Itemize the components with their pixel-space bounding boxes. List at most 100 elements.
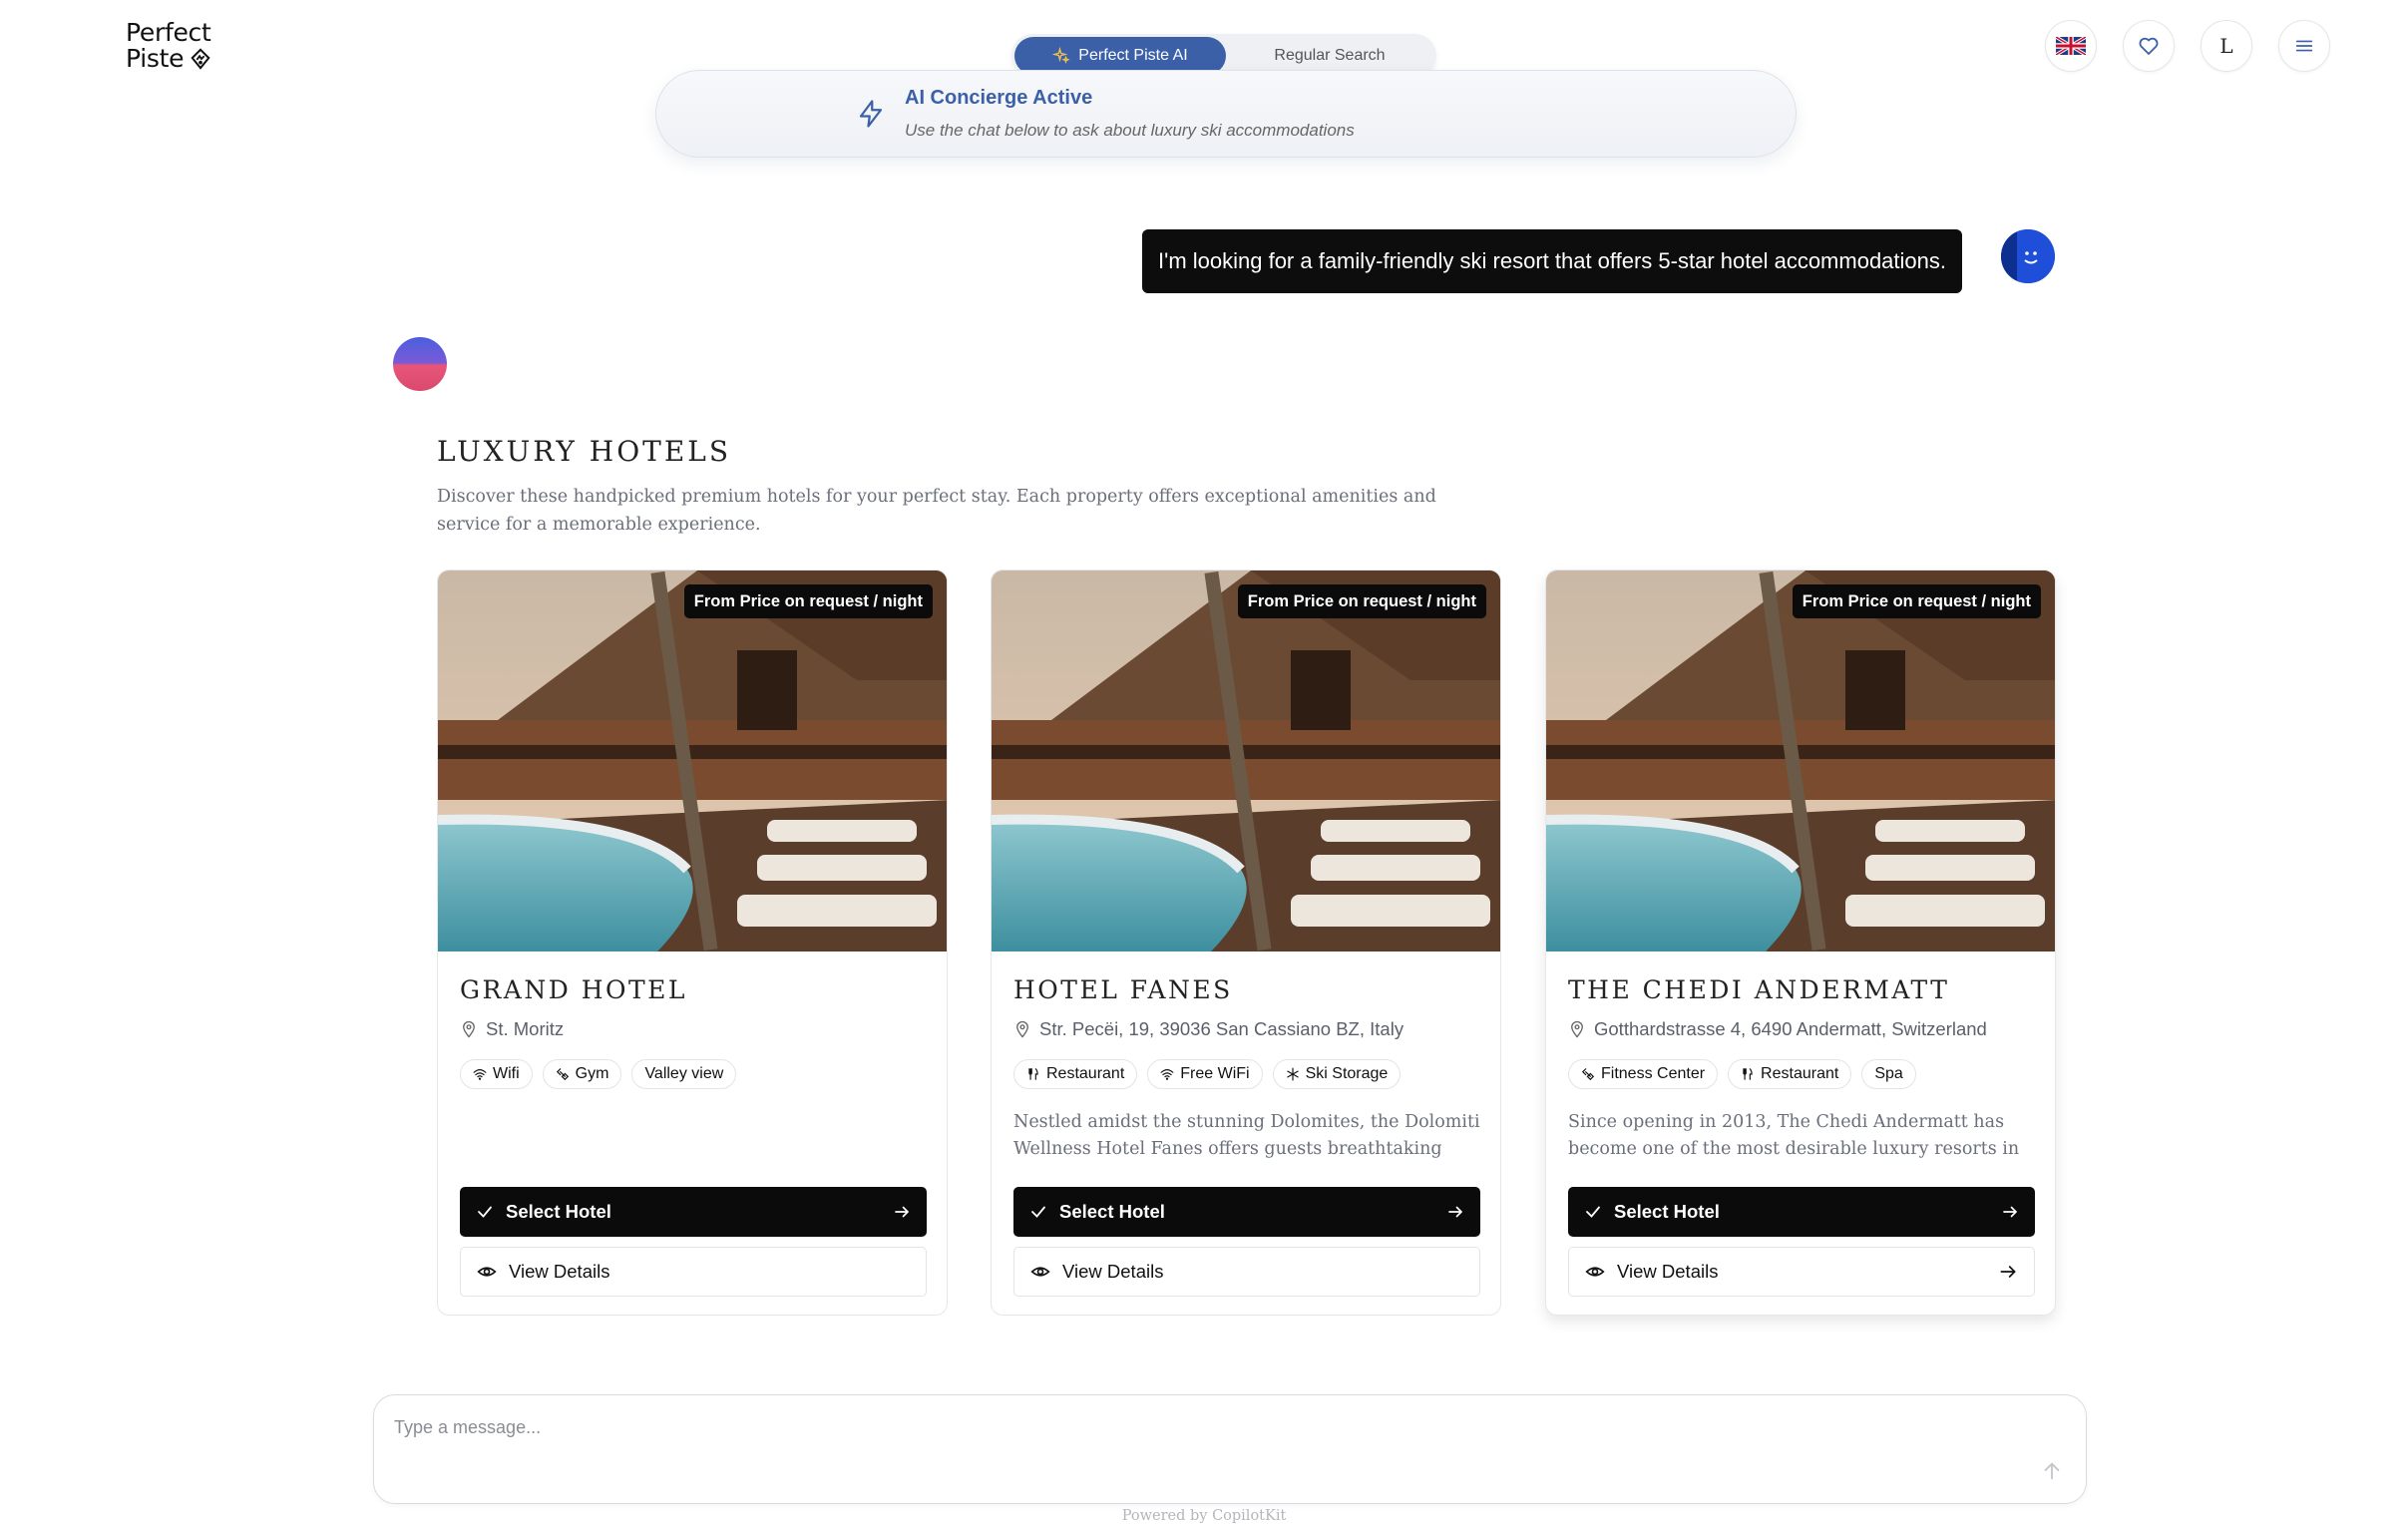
hotel-name: HOTEL FANES xyxy=(1013,975,1233,1004)
arrow-right-icon xyxy=(895,1206,910,1218)
user-initial: L xyxy=(2219,34,2233,58)
logo[interactable]: Perfect Piste xyxy=(126,20,225,72)
hotel-description xyxy=(460,1109,929,1163)
select-hotel-button[interactable]: Select Hotel xyxy=(1568,1187,2035,1237)
hotel-location-text: Gotthardstrasse 4, 6490 Andermatt, Switz… xyxy=(1594,1018,1987,1039)
snowflake-icon xyxy=(1286,1067,1299,1081)
eye-icon xyxy=(477,1267,497,1277)
user-avatar-button[interactable]: L xyxy=(2201,20,2252,72)
hotel-image[interactable]: From Price on request / night xyxy=(992,571,1500,952)
view-details-button[interactable]: View Details xyxy=(1013,1247,1480,1297)
map-pin-icon xyxy=(1571,1020,1583,1038)
hotel-location-text: Str. Pecëi, 19, 39036 San Cassiano BZ, I… xyxy=(1039,1018,1405,1039)
logo-line-2: Piste xyxy=(126,44,185,73)
select-hotel-label: Select Hotel xyxy=(506,1201,611,1222)
lightning-icon xyxy=(859,100,883,128)
user-message-bubble: I'm looking for a family-friendly ski re… xyxy=(1142,229,1962,293)
smiley-icon xyxy=(2001,229,2055,283)
wifi-icon xyxy=(473,1069,487,1080)
view-details-label: View Details xyxy=(1617,1261,1719,1282)
concierge-subtitle: Use the chat below to ask about luxury s… xyxy=(905,121,1355,140)
map-pin-icon xyxy=(1016,1020,1028,1038)
gym-icon xyxy=(1581,1068,1595,1081)
results-description: Discover these handpicked premium hotels… xyxy=(437,487,1436,535)
hotel-image[interactable]: From Price on request / night xyxy=(1546,571,2055,952)
check-icon xyxy=(478,1206,492,1218)
hotel-photo xyxy=(438,571,947,952)
sparkle-icon xyxy=(1052,47,1071,64)
amenity-tag: Ski Storage xyxy=(1272,1059,1402,1089)
amenity-tag-label: Gym xyxy=(575,1065,609,1082)
amenity-tag-label: Restaurant xyxy=(1761,1065,1839,1082)
tab-perfect-piste-ai-label: Perfect Piste AI xyxy=(1078,47,1188,64)
eye-icon xyxy=(1030,1267,1050,1277)
amenity-tag: Spa xyxy=(1861,1059,1916,1089)
tab-regular-search-label: Regular Search xyxy=(1274,47,1386,64)
hotel-image[interactable]: From Price on request / night xyxy=(438,571,947,952)
powered-by-footer: Powered by CopilotKit xyxy=(1121,1508,1287,1524)
arrow-right-icon xyxy=(2003,1206,2018,1218)
arrow-right-icon xyxy=(2000,1266,2016,1278)
price-badge: From Price on request / night xyxy=(1792,584,2041,618)
favorites-button[interactable] xyxy=(2123,20,2175,72)
arrow-right-icon xyxy=(1448,1206,1463,1218)
assistant-avatar xyxy=(393,337,447,391)
view-details-button[interactable]: View Details xyxy=(460,1247,927,1297)
hotel-location: Str. Pecëi, 19, 39036 San Cassiano BZ, I… xyxy=(1013,1018,1404,1040)
hotel-photo xyxy=(992,571,1500,952)
message-composer xyxy=(373,1394,2087,1504)
hotel-location-text: St. Moritz xyxy=(486,1018,565,1039)
view-details-label: View Details xyxy=(509,1261,610,1282)
eye-icon xyxy=(1585,1267,1605,1277)
logo-line-1: Perfect xyxy=(126,18,211,47)
gym-icon xyxy=(556,1068,569,1081)
user-message-text: I'm looking for a family-friendly ski re… xyxy=(1158,248,1946,273)
results-title: LUXURY HOTELS xyxy=(437,435,732,468)
view-details-button[interactable]: View Details xyxy=(1568,1247,2035,1297)
arrow-up-icon xyxy=(2044,1462,2060,1480)
message-input[interactable] xyxy=(394,1417,1990,1457)
hotel-card: From Price on request / night GRAND HOTE… xyxy=(437,570,948,1316)
amenity-tag: Valley view xyxy=(631,1059,737,1089)
amenity-tag-label: Ski Storage xyxy=(1305,1065,1389,1082)
view-details-label: View Details xyxy=(1062,1261,1164,1282)
restaurant-icon xyxy=(1743,1068,1753,1080)
amenity-tag-label: Spa xyxy=(1874,1065,1903,1082)
hotel-location: St. Moritz xyxy=(460,1018,564,1040)
amenity-tag: Restaurant xyxy=(1013,1059,1138,1089)
amenity-tag-label: Wifi xyxy=(493,1065,520,1082)
hotel-name: GRAND HOTEL xyxy=(460,975,688,1004)
heart-icon xyxy=(2139,37,2159,55)
hotel-photo xyxy=(1546,571,2055,952)
restaurant-icon xyxy=(1028,1068,1038,1080)
uk-flag-icon xyxy=(2056,37,2086,55)
hotel-card: From Price on request / night THE CHEDI … xyxy=(1545,570,2056,1316)
amenity-tag: Free WiFi xyxy=(1147,1059,1263,1089)
hotel-card: From Price on request / night HOTEL FANE… xyxy=(991,570,1501,1316)
amenity-tags: Fitness Center Restaurant Spa xyxy=(1568,1059,1916,1089)
send-button[interactable] xyxy=(2036,1455,2068,1487)
hotel-description: Nestled amidst the stunning Dolomites, t… xyxy=(1013,1112,1480,1159)
wifi-icon xyxy=(1160,1069,1174,1080)
amenity-tag: Restaurant xyxy=(1728,1059,1852,1089)
concierge-title: AI Concierge Active xyxy=(905,87,1093,109)
amenity-tags: Restaurant Free WiFi Ski Storage xyxy=(1013,1059,1402,1089)
select-hotel-button[interactable]: Select Hotel xyxy=(1013,1187,1480,1237)
hotel-name: THE CHEDI ANDERMATT xyxy=(1568,975,1950,1004)
amenity-tag-label: Free WiFi xyxy=(1180,1065,1250,1082)
amenity-tag-label: Fitness Center xyxy=(1601,1065,1706,1082)
logo-mark-icon xyxy=(191,48,210,70)
check-icon xyxy=(1031,1206,1045,1218)
select-hotel-button[interactable]: Select Hotel xyxy=(460,1187,927,1237)
check-icon xyxy=(1586,1206,1600,1218)
amenity-tag: Gym xyxy=(542,1059,622,1089)
map-pin-icon xyxy=(463,1020,475,1038)
hotel-description: Since opening in 2013, The Chedi Anderma… xyxy=(1568,1112,2020,1159)
menu-button[interactable] xyxy=(2278,20,2330,72)
amenity-tag: Wifi xyxy=(460,1059,533,1089)
select-hotel-label: Select Hotel xyxy=(1614,1201,1720,1222)
amenity-tag: Fitness Center xyxy=(1568,1059,1719,1089)
amenity-tag-label: Restaurant xyxy=(1046,1065,1125,1082)
language-button[interactable] xyxy=(2045,20,2097,72)
amenity-tags: Wifi Gym Valley view xyxy=(460,1059,737,1089)
